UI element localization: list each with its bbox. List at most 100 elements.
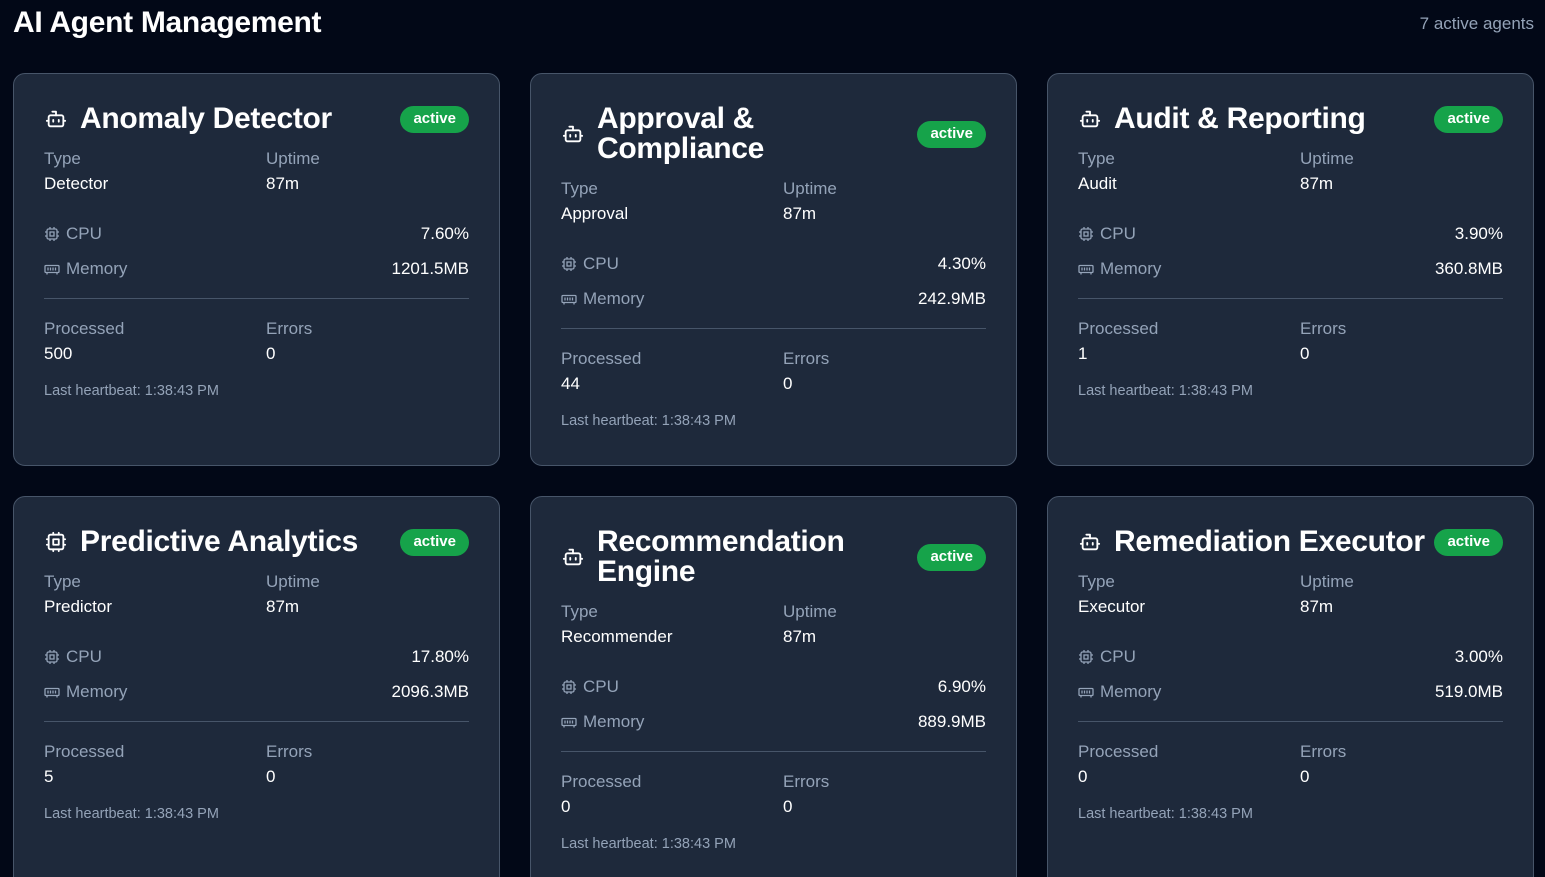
type-label: Type xyxy=(1078,149,1115,168)
uptime-value: 87m xyxy=(266,174,300,193)
cpu-row: CPU 3.00% xyxy=(1078,639,1503,674)
processed-label: Processed xyxy=(1078,742,1159,761)
agent-stats: Processed 1 Errors 0 xyxy=(1078,316,1503,366)
page-title: AI Agent Management xyxy=(13,6,322,39)
errors-value: 0 xyxy=(1300,767,1310,786)
agent-card-approval-compliance[interactable]: Approval & Compliance active Type Approv… xyxy=(530,73,1017,466)
errors-block: Errors 0 xyxy=(266,739,469,789)
agent-card-header: Anomaly Detector active xyxy=(44,104,469,134)
uptime-value: 87m xyxy=(783,204,817,223)
cpu-value: 7.60% xyxy=(420,223,469,243)
agent-stats: Processed 0 Errors 0 xyxy=(561,769,986,819)
divider xyxy=(1078,298,1503,299)
agent-info: Type Recommender Uptime 87m xyxy=(561,599,986,649)
memory-label: Memory xyxy=(66,258,128,278)
errors-block: Errors 0 xyxy=(1300,739,1503,789)
errors-value: 0 xyxy=(1300,344,1310,363)
processed-value: 0 xyxy=(1078,767,1088,786)
cpu-label: CPU xyxy=(1100,223,1136,243)
memory-row: Memory 242.9MB xyxy=(561,281,986,316)
agent-card-header: Recommendation Engine active xyxy=(561,527,986,587)
memory-row: Memory 519.0MB xyxy=(1078,674,1503,709)
agent-stats: Processed 500 Errors 0 xyxy=(44,316,469,366)
divider xyxy=(561,751,986,752)
memory-value: 1201.5MB xyxy=(391,258,470,278)
cpu-value: 6.90% xyxy=(937,676,986,696)
resource-metrics: CPU 7.60% Memory 1201.5MB xyxy=(44,216,469,286)
agent-info: Type Executor Uptime 87m xyxy=(1078,569,1503,619)
page-header: AI Agent Management 7 active agents xyxy=(13,0,1534,48)
cpu-icon xyxy=(1078,648,1095,665)
processed-block: Processed 0 xyxy=(561,769,783,819)
agent-stats: Processed 5 Errors 0 xyxy=(44,739,469,789)
errors-block: Errors 0 xyxy=(783,769,986,819)
errors-value: 0 xyxy=(266,767,276,786)
uptime-block: Uptime 87m xyxy=(783,599,986,649)
agent-card-audit-reporting[interactable]: Audit & Reporting active Type Audit Upti… xyxy=(1047,73,1534,466)
cpu-icon xyxy=(44,530,68,554)
cpu-label: CPU xyxy=(583,676,619,696)
agent-card-header: Predictive Analytics active xyxy=(44,527,469,557)
processed-label: Processed xyxy=(561,349,642,368)
agent-card-predictive-analytics[interactable]: Predictive Analytics active Type Predict… xyxy=(13,496,500,877)
memory-row: Memory 360.8MB xyxy=(1078,251,1503,286)
cpu-icon xyxy=(44,225,61,242)
cpu-row: CPU 4.30% xyxy=(561,246,986,281)
errors-label: Errors xyxy=(1300,319,1347,338)
agent-card-header: Remediation Executor active xyxy=(1078,527,1503,557)
last-heartbeat: Last heartbeat: 1:38:43 PM xyxy=(1078,383,1253,399)
last-heartbeat: Last heartbeat: 1:38:43 PM xyxy=(561,836,736,852)
agent-grid: Anomaly Detector active Type Detector Up… xyxy=(13,73,1534,877)
uptime-value: 87m xyxy=(1300,597,1334,616)
last-heartbeat: Last heartbeat: 1:38:43 PM xyxy=(561,413,736,429)
processed-value: 500 xyxy=(44,344,73,363)
uptime-label: Uptime xyxy=(783,179,837,198)
type-block: Type Audit xyxy=(1078,146,1300,196)
memory-value: 242.9MB xyxy=(917,288,986,308)
agent-info: Type Approval Uptime 87m xyxy=(561,176,986,226)
cpu-row: CPU 17.80% xyxy=(44,639,469,674)
resource-metrics: CPU 17.80% Memory 2096.3MB xyxy=(44,639,469,709)
agent-card-recommendation-engine[interactable]: Recommendation Engine active Type Recomm… xyxy=(530,496,1017,877)
agent-name: Approval & Compliance xyxy=(597,102,765,165)
errors-label: Errors xyxy=(783,349,830,368)
uptime-block: Uptime 87m xyxy=(266,569,469,619)
type-value: Detector xyxy=(44,174,109,193)
status-badge: active xyxy=(1434,105,1503,133)
agent-info: Type Audit Uptime 87m xyxy=(1078,146,1503,196)
memory-label: Memory xyxy=(1100,258,1162,278)
cpu-row: CPU 3.90% xyxy=(1078,216,1503,251)
cpu-icon xyxy=(561,678,578,695)
memory-row: Memory 1201.5MB xyxy=(44,251,469,286)
memory-label: Memory xyxy=(66,681,128,701)
cpu-value: 4.30% xyxy=(937,253,986,273)
agent-name: Remediation Executor xyxy=(1114,525,1425,558)
agent-card-anomaly-detector[interactable]: Anomaly Detector active Type Detector Up… xyxy=(13,73,500,466)
agent-card-remediation-executor[interactable]: Remediation Executor active Type Executo… xyxy=(1047,496,1534,877)
processed-block: Processed 1 xyxy=(1078,316,1300,366)
agent-name: Audit & Reporting xyxy=(1114,102,1366,135)
cpu-icon xyxy=(44,648,61,665)
type-value: Recommender xyxy=(561,627,673,646)
memory-icon xyxy=(1078,260,1095,277)
agent-management-page: AI Agent Management 7 active agents Anom… xyxy=(0,0,1545,877)
type-value: Approval xyxy=(561,204,629,223)
processed-value: 5 xyxy=(44,767,54,786)
cpu-value: 3.00% xyxy=(1454,646,1503,666)
agent-info: Type Detector Uptime 87m xyxy=(44,146,469,196)
agent-card-header: Approval & Compliance active xyxy=(561,104,986,164)
errors-value: 0 xyxy=(783,374,793,393)
type-value: Executor xyxy=(1078,597,1146,616)
type-label: Type xyxy=(561,179,598,198)
agent-title-group: Recommendation Engine xyxy=(561,527,917,587)
cpu-row: CPU 6.90% xyxy=(561,669,986,704)
divider xyxy=(1078,721,1503,722)
processed-value: 44 xyxy=(561,374,580,393)
agent-info: Type Predictor Uptime 87m xyxy=(44,569,469,619)
type-label: Type xyxy=(44,572,81,591)
errors-label: Errors xyxy=(1300,742,1347,761)
uptime-value: 87m xyxy=(266,597,300,616)
memory-label: Memory xyxy=(1100,681,1162,701)
type-block: Type Detector xyxy=(44,146,266,196)
memory-value: 2096.3MB xyxy=(391,681,470,701)
